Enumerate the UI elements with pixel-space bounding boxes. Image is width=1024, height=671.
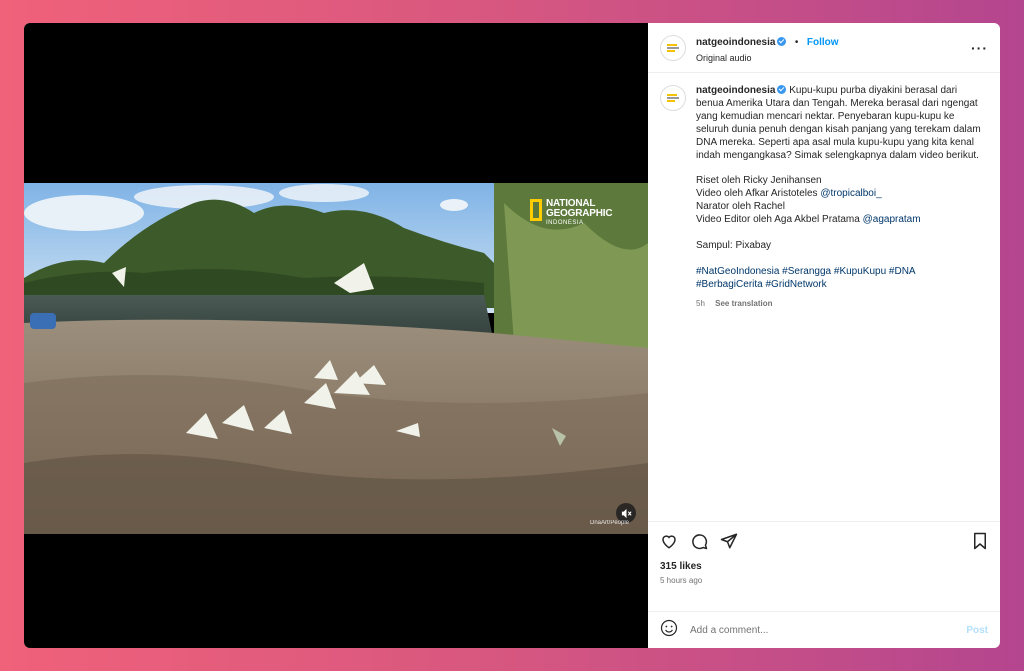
verified-badge-icon	[777, 85, 787, 94]
see-translation-button[interactable]: See translation	[715, 299, 772, 308]
audio-label[interactable]: Original audio	[696, 53, 971, 63]
verified-badge-icon	[777, 37, 787, 46]
caption-text: Kupu-kupu purba diyakini berasal dari be…	[696, 85, 981, 161]
likes-count[interactable]: 315 likes	[660, 561, 988, 572]
cover-credit: Sampul: Pixabay	[696, 240, 772, 252]
comment-icon[interactable]	[690, 532, 708, 550]
natgeo-avatar-icon	[667, 43, 679, 52]
watermark-line2: GEOGRAPHIC	[546, 208, 613, 219]
credit-editor: Video Editor oleh Aga Akbel Pratama	[696, 214, 860, 226]
more-horizontal-icon[interactable]: ···	[971, 40, 988, 56]
natgeo-watermark: NATIONAL GEOGRAPHIC INDONESIA	[530, 199, 613, 227]
caption-avatar[interactable]	[660, 85, 686, 111]
video-frame[interactable]: NATIONAL GEOGRAPHIC INDONESIA DnaArt/Peo…	[24, 183, 648, 534]
watermark-line3: INDONESIA	[546, 220, 584, 226]
hashtags-line2[interactable]: #BerbagiCerita #GridNetwork	[696, 279, 986, 292]
separator-dot: •	[794, 37, 799, 48]
bookmark-icon[interactable]	[972, 532, 988, 550]
post-comment-button[interactable]: Post	[966, 625, 988, 636]
caption-username[interactable]: natgeoindonesia	[696, 85, 775, 96]
natgeo-avatar-icon	[667, 94, 679, 102]
video-player[interactable]: NATIONAL GEOGRAPHIC INDONESIA DnaArt/Peo…	[24, 23, 648, 648]
heart-icon[interactable]	[660, 532, 678, 550]
caption: natgeoindonesia Kupu-kupu purba diyakini…	[660, 85, 988, 311]
post-header: natgeoindonesia • Follow Original audio …	[648, 23, 1000, 73]
credit-narrator: Narator oleh Rachel	[696, 201, 785, 213]
mention-link[interactable]: @agapratam	[863, 214, 921, 225]
video-still	[24, 183, 648, 534]
header-username[interactable]: natgeoindonesia	[696, 37, 775, 48]
follow-button[interactable]: Follow	[807, 37, 839, 48]
post-sidebar: natgeoindonesia • Follow Original audio …	[648, 23, 1000, 648]
hashtags-line1[interactable]: #NatGeoIndonesia #Serangga #KupuKupu #DN…	[696, 266, 986, 279]
comments-area: natgeoindonesia Kupu-kupu purba diyakini…	[648, 73, 1000, 521]
share-icon[interactable]	[720, 532, 738, 550]
emoji-icon[interactable]	[660, 619, 678, 642]
comment-composer: Post	[648, 611, 1000, 648]
avatar[interactable]	[660, 34, 686, 61]
posted-time[interactable]: 5 hours ago	[660, 576, 988, 585]
post-dialog: NATIONAL GEOGRAPHIC INDONESIA DnaArt/Peo…	[24, 23, 1000, 648]
video-credit: DnaArt/People	[590, 520, 630, 526]
natgeo-logo-icon	[530, 199, 542, 221]
mention-link[interactable]: @tropicalboi_	[820, 188, 881, 199]
comment-input[interactable]	[688, 623, 967, 637]
credit-research: Riset oleh Ricky Jenihansen	[696, 175, 822, 187]
credit-video: Video oleh Afkar Aristoteles	[696, 188, 818, 200]
caption-time[interactable]: 5h	[696, 299, 705, 308]
post-actions: 315 likes 5 hours ago	[648, 521, 1000, 611]
